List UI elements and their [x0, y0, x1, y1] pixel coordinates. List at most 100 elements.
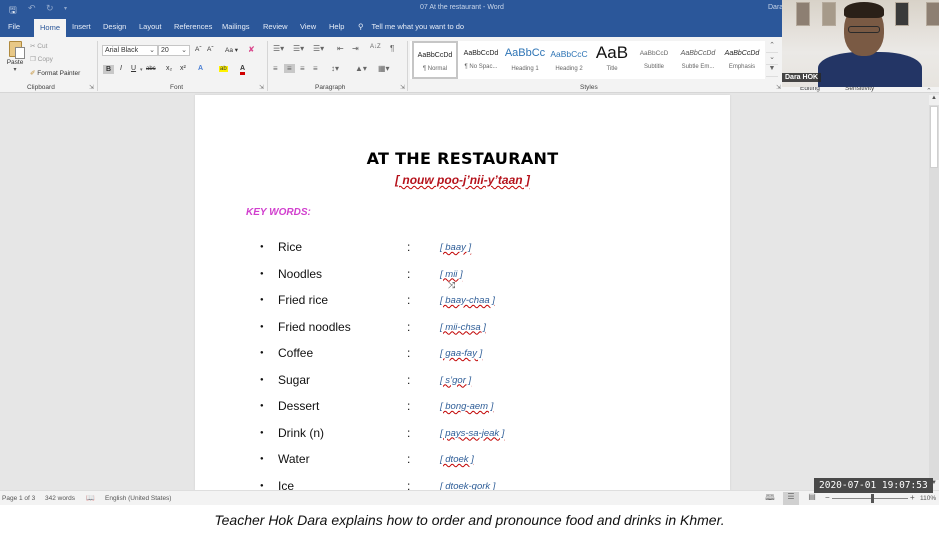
format-painter-button[interactable]: ✐ Format Painter [30, 69, 80, 77]
clipboard-launcher-icon[interactable]: ⇲ [89, 84, 94, 91]
wall-poster [926, 2, 939, 26]
tab-layout[interactable]: Layout [139, 22, 162, 31]
paste-dropdown-icon[interactable]: ▾ [4, 66, 26, 73]
document-page[interactable]: AT THE RESTAURANT [ nouw poo-j’nii-y’taa… [195, 95, 730, 493]
tab-view[interactable]: View [300, 22, 316, 31]
tell-me-search[interactable]: ⚲ Tell me what you want to do [358, 22, 464, 31]
document-title: AT THE RESTAURANT [366, 149, 559, 168]
italic-button[interactable]: I [120, 65, 122, 72]
gallery-more-icon[interactable]: ▼ [766, 65, 778, 77]
tab-review[interactable]: Review [263, 22, 288, 31]
read-mode-icon[interactable]: 🕮 [762, 492, 778, 505]
superscript-button[interactable]: x² [180, 65, 186, 72]
align-right-icon[interactable]: ≡ [300, 64, 305, 73]
grow-font-button[interactable]: Aˆ [195, 46, 202, 53]
text-effects-button[interactable]: A [198, 65, 203, 72]
align-left-icon[interactable]: ≡ [273, 64, 278, 73]
underline-button[interactable]: U [131, 65, 136, 72]
highlight-color-button[interactable]: ab [219, 66, 228, 72]
subscript-button[interactable]: x₂ [166, 65, 172, 72]
vertical-scrollbar[interactable]: ▲ ▼ [929, 95, 939, 490]
zoom-level[interactable]: 110% [920, 495, 936, 502]
paste-button[interactable]: Paste ▾ [4, 41, 26, 79]
tab-insert[interactable]: Insert [72, 22, 91, 31]
scroll-up-icon[interactable]: ▲ [929, 95, 939, 105]
decrease-indent-icon[interactable]: ⇤ [337, 44, 344, 53]
scrollbar-thumb[interactable] [930, 106, 938, 168]
underline-dropdown-icon[interactable]: ▾ [140, 67, 143, 73]
customize-quick-access-icon[interactable]: ▾ [64, 5, 67, 12]
undo-icon[interactable]: ↶ [28, 3, 36, 14]
zoom-in-button[interactable]: + [910, 493, 915, 502]
style-subtle-emphasis[interactable]: AaBbCcDd Subtle Em... [676, 41, 720, 79]
style-name: Title [606, 66, 618, 72]
style-title[interactable]: AaB Title [592, 41, 632, 79]
font-size-select[interactable]: 20 ⌄ [158, 45, 190, 56]
line-spacing-icon[interactable]: ↕▾ [331, 64, 339, 73]
sort-icon[interactable]: A↓Z [370, 44, 381, 50]
borders-icon[interactable]: ▦▾ [378, 64, 390, 73]
keyword-term: Rice [278, 240, 303, 254]
zoom-out-button[interactable]: − [825, 493, 830, 502]
style-name: Emphasis [728, 64, 756, 70]
paragraph-launcher-icon[interactable]: ⇲ [400, 84, 405, 91]
print-layout-icon[interactable]: ☰ [783, 492, 799, 505]
style-normal[interactable]: AaBbCcDd ¶ Normal [412, 41, 458, 79]
style-sample: AaBbCcDd [724, 50, 760, 57]
font-color-button[interactable]: A [240, 65, 246, 75]
font-name-select[interactable]: Arial Black ⌄ [102, 45, 158, 56]
tab-references[interactable]: References [174, 22, 212, 31]
web-layout-icon[interactable]: ▤ [804, 492, 820, 505]
change-case-button[interactable]: Aa ▾ [225, 46, 238, 54]
strikethrough-button[interactable]: abc [146, 66, 156, 72]
bullet-icon: ● [260, 270, 264, 277]
bullet-icon: ● [260, 297, 264, 303]
keyword-term: Drink (n) [278, 425, 325, 440]
show-formatting-icon[interactable]: ¶ [390, 44, 394, 53]
tab-home[interactable]: Home [34, 19, 67, 37]
gallery-down-icon[interactable]: ⌄ [766, 53, 778, 65]
justify-icon[interactable]: ≡ [313, 64, 318, 73]
increase-indent-icon[interactable]: ⇥ [352, 44, 359, 53]
copy-label: Copy [37, 56, 53, 63]
shading-icon[interactable]: ▲▾ [355, 64, 367, 73]
keyword-phonetic: [ mii-chsa ] [440, 322, 486, 333]
zoom-slider-track[interactable] [832, 498, 908, 499]
style-name: ¶ No Spac... [464, 64, 498, 70]
zoom-slider-thumb[interactable] [871, 494, 874, 503]
page-count[interactable]: Page 1 of 3 [2, 495, 35, 502]
window-title: 07 At the restaurant - Word [420, 4, 504, 11]
tab-help[interactable]: Help [329, 22, 344, 31]
bold-button[interactable]: B [103, 65, 115, 74]
keyword-term: Water [278, 452, 310, 466]
language-indicator[interactable]: English (United States) [105, 495, 171, 502]
tab-mailings[interactable]: Mailings [222, 22, 250, 31]
styles-launcher-icon[interactable]: ⇲ [776, 84, 781, 91]
keyword-row: ● Drink (n): [ pays-sa-jeak ] [260, 426, 560, 442]
clear-formatting-icon[interactable]: ✘ [248, 45, 255, 54]
tab-file[interactable]: File [8, 22, 20, 31]
copy-button[interactable]: ❐ Copy [30, 55, 53, 63]
style-heading-2[interactable]: AaBbCcC Heading 2 [547, 41, 591, 79]
align-center-icon[interactable]: ≡ [284, 64, 295, 73]
multilevel-list-icon[interactable]: ☰▾ [313, 44, 324, 53]
style-no-spacing[interactable]: AaBbCcDd ¶ No Spac... [460, 41, 502, 79]
font-launcher-icon[interactable]: ⇲ [259, 84, 264, 91]
word-count[interactable]: 342 words [45, 495, 75, 502]
cut-button[interactable]: ✂ Cut [30, 42, 47, 50]
keyword-separator: : [407, 266, 411, 281]
gallery-up-icon[interactable]: ⌃ [766, 41, 778, 53]
tab-design[interactable]: Design [103, 22, 126, 31]
account-name[interactable]: Dara [768, 4, 783, 11]
style-subtitle[interactable]: AaBbCcD Subtitle [633, 41, 675, 79]
redo-icon[interactable]: ↻ [46, 3, 54, 14]
person-hair [844, 2, 884, 18]
cut-label: Cut [37, 43, 48, 50]
collapse-ribbon-icon[interactable]: ⌃ [926, 87, 932, 95]
proofing-icon[interactable]: 📖 [86, 494, 95, 502]
style-heading-1[interactable]: AaBbCc Heading 1 [503, 41, 547, 79]
bullets-icon[interactable]: ☰▾ [273, 44, 284, 53]
numbering-icon[interactable]: ☰▾ [293, 44, 304, 53]
shrink-font-button[interactable]: Aˇ [207, 46, 214, 53]
style-emphasis[interactable]: AaBbCcDd Emphasis [721, 41, 763, 79]
